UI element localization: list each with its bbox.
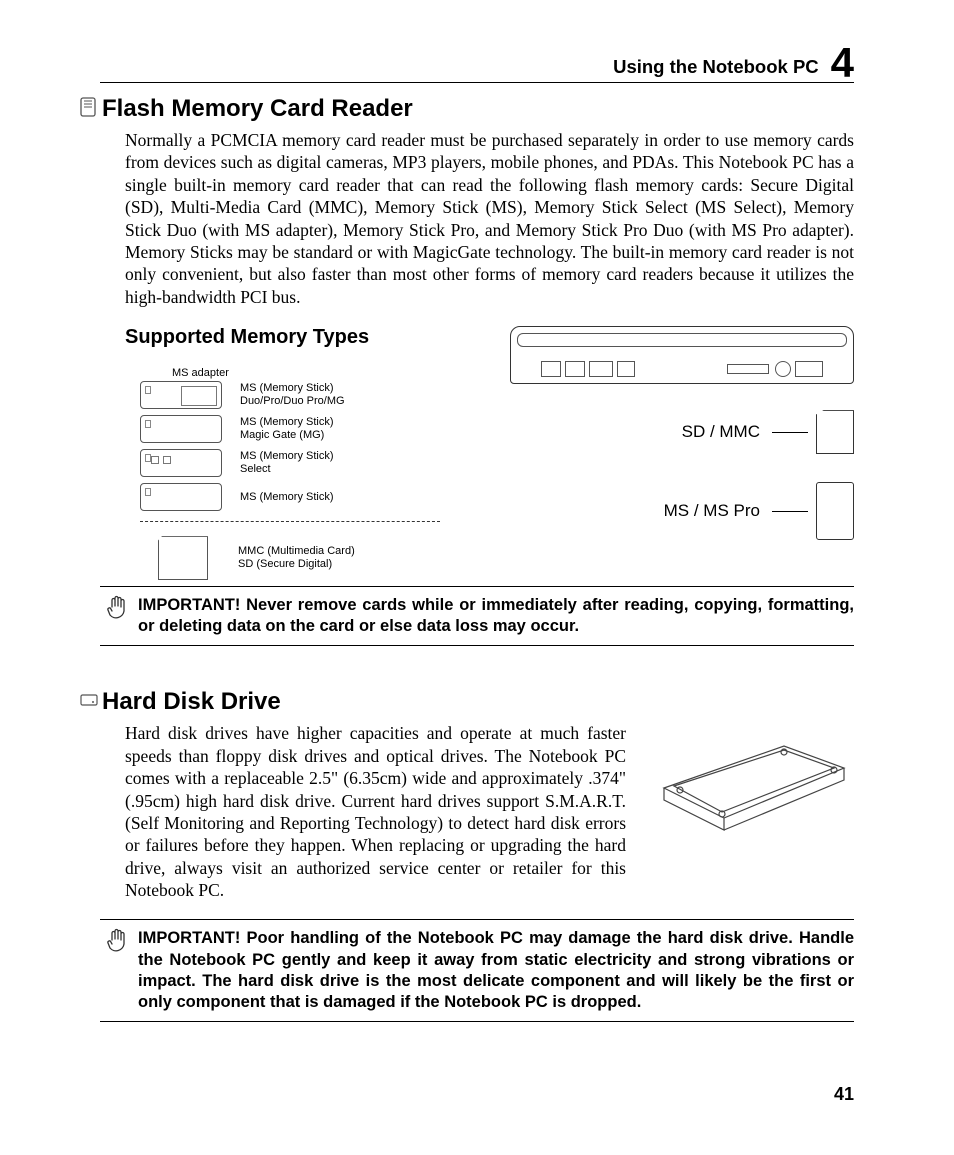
sd-card-icon: [816, 410, 854, 454]
important-note-2: IMPORTANT! Poor handling of the Notebook…: [100, 919, 854, 1021]
section-heading-flash-memory: Flash Memory Card Reader: [80, 95, 854, 123]
section2-body: Hard disk drives have higher capacities …: [125, 722, 626, 901]
slot-ms-row: MS / MS Pro: [510, 482, 854, 540]
memory-card-row: MMC (Multimedia Card) SD (Secure Digital…: [100, 536, 440, 580]
header-title: Using the Notebook PC: [613, 56, 819, 78]
hand-stop-icon: [106, 928, 130, 962]
hard-disk-drawing-icon: [644, 728, 854, 838]
memory-card-label: MMC (Multimedia Card) SD (Secure Digital…: [238, 545, 355, 571]
memory-card-label: MS (Memory Stick) Select: [240, 450, 334, 476]
memory-card-shape-icon: [140, 415, 222, 443]
important-2-text: IMPORTANT! Poor handling of the Notebook…: [138, 929, 854, 1010]
memory-card-label: MS (Memory Stick): [240, 491, 334, 504]
page-header: Using the Notebook PC 4: [100, 40, 854, 83]
important-1-text: IMPORTANT! Never remove cards while or i…: [138, 596, 854, 635]
important-note-1: IMPORTANT! Never remove cards while or i…: [100, 586, 854, 646]
memory-card-row: MS (Memory Stick) Magic Gate (MG): [100, 415, 440, 443]
section1-body: Normally a PCMCIA memory card reader mus…: [125, 129, 854, 308]
memory-card-row: MS (Memory Stick) Select: [100, 449, 440, 477]
page-number: 41: [834, 1084, 854, 1105]
memory-types-diagram: MS adapter MS (Memory Stick) Duo/Pro/Duo…: [100, 367, 440, 580]
connector-line: [772, 511, 808, 512]
dashed-separator: [140, 521, 440, 522]
ms-card-icon: [816, 482, 854, 540]
notebook-side-view-icon: [510, 326, 854, 384]
chapter-number: 4: [831, 44, 854, 82]
document-page: Using the Notebook PC 4 Flash Memory Car…: [0, 0, 954, 1155]
section-heading-hdd: Hard Disk Drive: [80, 688, 854, 716]
memory-card-icon: [80, 97, 96, 122]
hand-stop-icon: [106, 595, 130, 629]
memory-card-label: MS (Memory Stick) Magic Gate (MG): [240, 416, 334, 442]
sd-card-shape-icon: [158, 536, 208, 580]
memory-card-shape-icon: [140, 449, 222, 477]
memory-card-label: MS (Memory Stick) Duo/Pro/Duo Pro/MG: [240, 382, 345, 408]
section1-title: Flash Memory Card Reader: [102, 95, 413, 123]
ms-adapter-label: MS adapter: [172, 367, 440, 379]
memory-card-shape-icon: [140, 483, 222, 511]
hdd-content-row: Hard disk drives have higher capacities …: [125, 722, 854, 901]
slot-sd-row: SD / MMC: [510, 410, 854, 454]
memory-card-row: MS (Memory Stick) Duo/Pro/Duo Pro/MG: [100, 381, 440, 409]
section2-title: Hard Disk Drive: [102, 688, 281, 716]
connector-line: [772, 432, 808, 433]
notebook-side-diagram: SD / MMC MS / MS Pro: [510, 326, 854, 586]
memory-card-row: MS (Memory Stick): [100, 483, 440, 511]
ms-slot-label: MS / MS Pro: [664, 501, 760, 521]
subsection-title: Supported Memory Types: [125, 326, 480, 349]
memory-card-shape-icon: [140, 381, 222, 409]
sd-slot-label: SD / MMC: [682, 422, 760, 442]
hard-disk-icon: [80, 693, 96, 712]
